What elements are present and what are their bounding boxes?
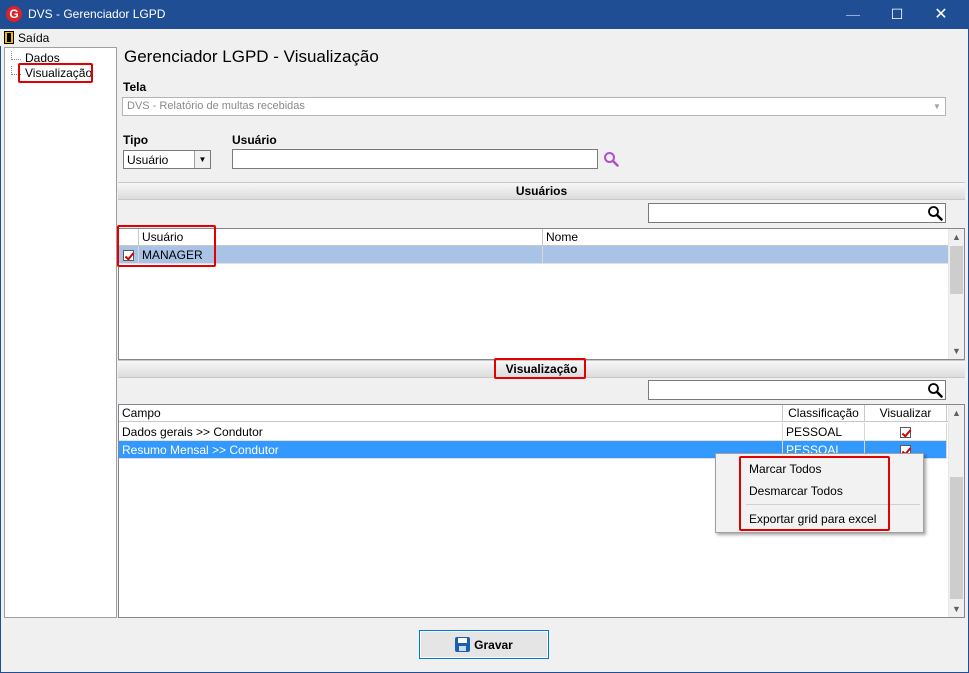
campo-cell: Resumo Mensal >> Condutor xyxy=(119,441,783,459)
usuario-cell: MANAGER xyxy=(139,246,543,264)
column-header-usuario[interactable]: Usuário xyxy=(139,229,543,246)
close-button[interactable]: ✕ xyxy=(918,0,964,29)
menu-item-desmarcar-todos[interactable]: Desmarcar Todos xyxy=(749,484,843,498)
tela-select[interactable]: DVS - Relatório de multas recebidas ▼ xyxy=(122,97,946,116)
scroll-down-icon[interactable]: ▼ xyxy=(949,601,964,617)
chevron-down-icon: ▼ xyxy=(194,151,210,168)
tree-branch-line xyxy=(11,51,21,60)
tela-label: Tela xyxy=(123,80,147,94)
sidebar-tree: Dados Visualização xyxy=(4,47,117,618)
context-menu: Marcar Todos Desmarcar Todos Exportar gr… xyxy=(715,453,924,533)
tipo-select-value: Usuário xyxy=(127,153,169,167)
search-icon[interactable] xyxy=(927,382,943,398)
select-column-header[interactable] xyxy=(119,229,139,246)
campo-cell: Dados gerais >> Condutor xyxy=(119,423,783,441)
visualizacao-section-header: Visualização xyxy=(118,360,965,378)
vertical-scrollbar[interactable]: ▲ ▼ xyxy=(948,405,964,617)
vertical-scrollbar[interactable]: ▲ ▼ xyxy=(948,229,964,359)
usuarios-search-input[interactable] xyxy=(648,203,946,223)
menu-item-exportar-excel[interactable]: Exportar grid para excel xyxy=(749,512,876,526)
visualizar-checkbox[interactable] xyxy=(900,427,911,439)
scroll-thumb[interactable] xyxy=(950,477,963,599)
usuario-label: Usuário xyxy=(232,133,277,147)
scroll-up-icon[interactable]: ▲ xyxy=(949,405,964,421)
scroll-down-icon[interactable]: ▼ xyxy=(949,343,964,359)
title-bar: G DVS - Gerenciador LGPD — ☐ ✕ xyxy=(0,0,969,29)
tree-branch-line xyxy=(11,66,21,75)
scroll-up-icon[interactable]: ▲ xyxy=(949,229,964,245)
sidebar-item-label: Visualização xyxy=(25,66,93,80)
classificacao-cell: PESSOAL xyxy=(783,423,865,441)
nome-cell xyxy=(543,246,949,264)
save-button-label: Gravar xyxy=(474,637,513,652)
search-icon[interactable] xyxy=(927,205,943,221)
menu-item-marcar-todos[interactable]: Marcar Todos xyxy=(749,462,821,476)
row-checkbox-cell[interactable] xyxy=(119,246,139,264)
exit-menu-item[interactable]: Saída xyxy=(4,30,49,45)
menu-separator xyxy=(746,504,920,505)
visualizar-cell[interactable] xyxy=(865,423,947,441)
sidebar-item-visualizacao[interactable]: Visualização xyxy=(11,66,92,80)
sidebar-item-label: Dados xyxy=(25,51,60,65)
exit-door-icon xyxy=(4,31,14,44)
save-button[interactable]: Gravar xyxy=(419,630,549,659)
sidebar-item-dados[interactable]: Dados xyxy=(11,51,60,65)
table-row[interactable]: MANAGER xyxy=(119,246,949,264)
maximize-button[interactable]: ☐ xyxy=(874,0,920,29)
column-header-visualizar[interactable]: Visualizar xyxy=(865,405,947,422)
window-title: DVS - Gerenciador LGPD xyxy=(28,7,166,21)
table-row[interactable]: Dados gerais >> Condutor PESSOAL xyxy=(119,423,949,441)
column-header-campo[interactable]: Campo xyxy=(119,405,783,422)
app-logo-icon: G xyxy=(6,6,22,22)
minimize-button[interactable]: — xyxy=(830,0,876,29)
tipo-label: Tipo xyxy=(123,133,149,147)
floppy-disk-icon xyxy=(455,637,471,652)
column-header-classificacao[interactable]: Classificação xyxy=(783,405,865,422)
tela-select-value: DVS - Relatório de multas recebidas xyxy=(127,100,305,112)
usuarios-section-header: Usuários xyxy=(118,182,965,200)
row-checkbox[interactable] xyxy=(123,250,134,262)
chevron-down-icon: ▼ xyxy=(933,102,941,111)
visualizacao-search-input[interactable] xyxy=(648,380,946,400)
grid-header: Campo Classificação Visualizar xyxy=(119,405,949,422)
column-header-nome[interactable]: Nome xyxy=(543,229,949,246)
menu-bar: Saída xyxy=(0,29,967,46)
search-icon[interactable] xyxy=(603,151,619,167)
scroll-thumb[interactable] xyxy=(950,246,963,294)
tipo-select[interactable]: Usuário ▼ xyxy=(123,150,211,169)
grid-header: Usuário Nome xyxy=(119,229,949,246)
usuario-input[interactable] xyxy=(232,149,598,169)
usuarios-grid: Usuário Nome MANAGER ▲ ▼ xyxy=(118,228,965,360)
exit-menu-label: Saída xyxy=(18,30,50,45)
page-title: Gerenciador LGPD - Visualização xyxy=(124,47,379,66)
